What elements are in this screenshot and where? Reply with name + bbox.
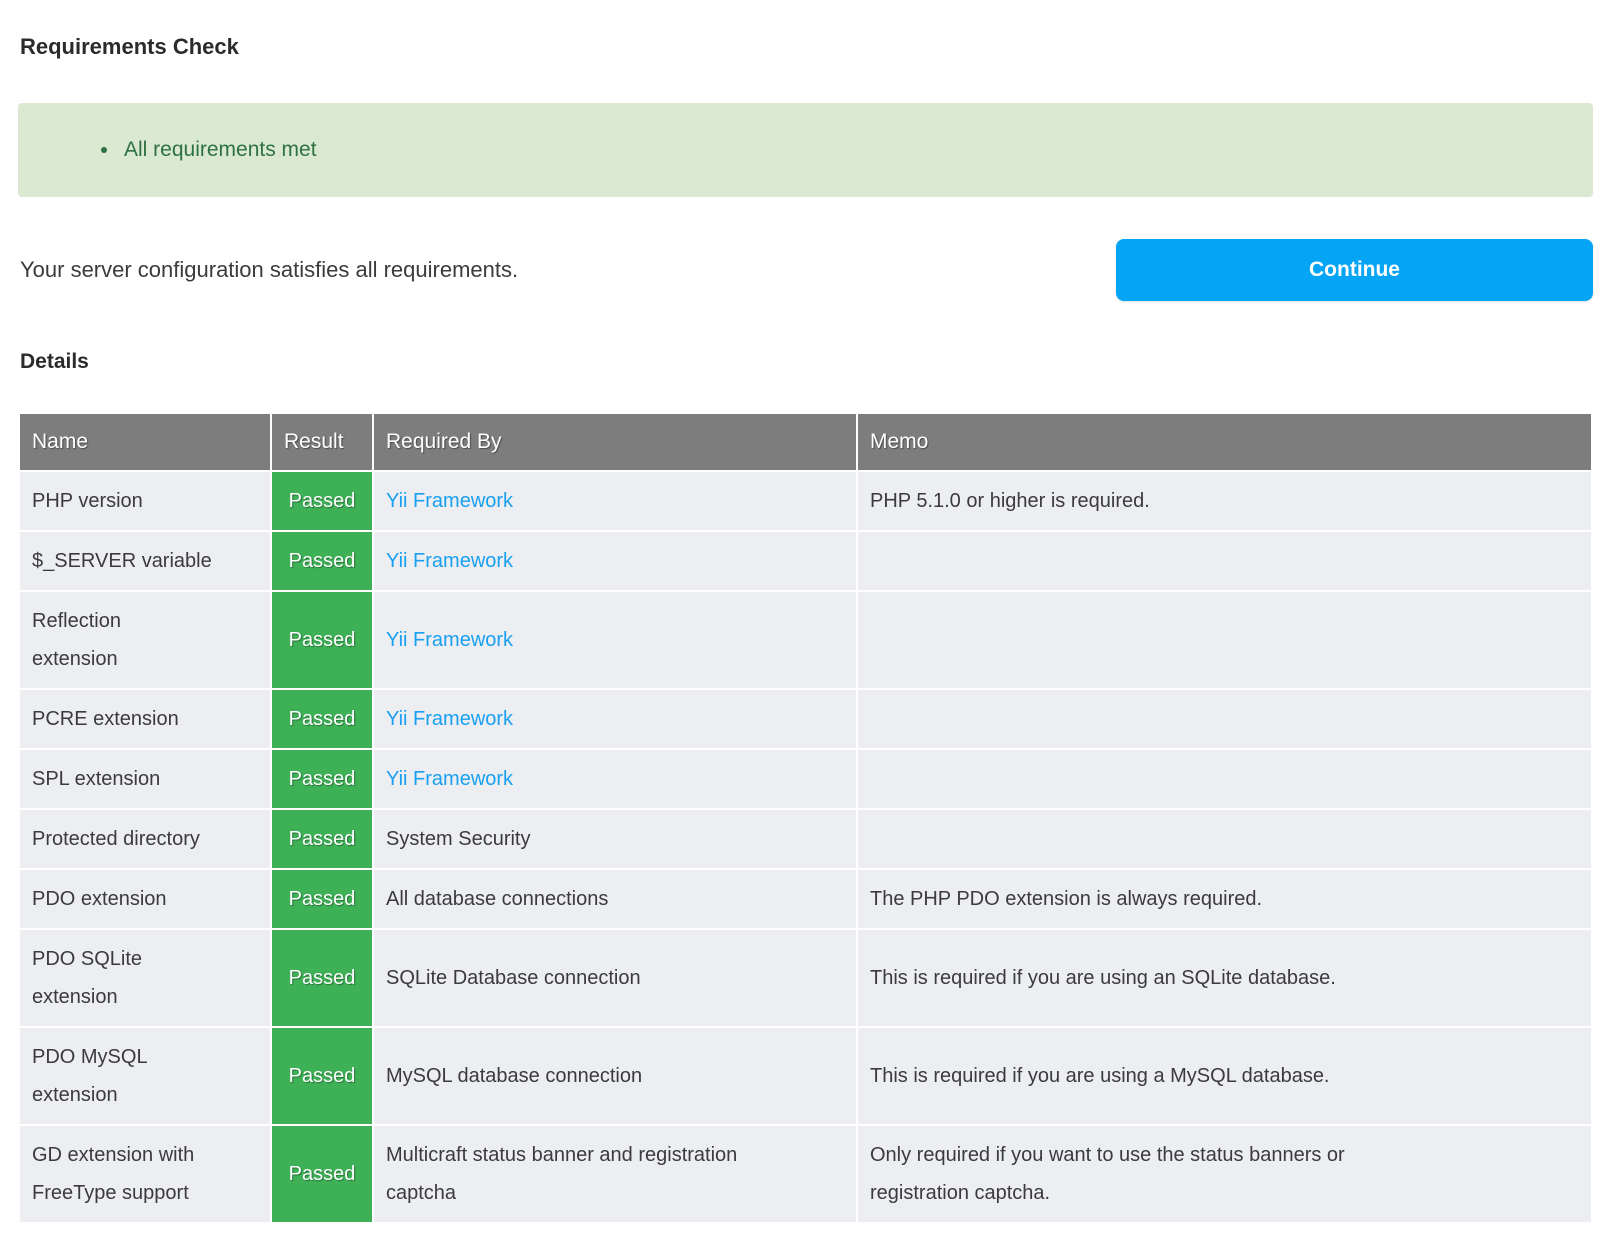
required-by-link[interactable]: Yii Framework xyxy=(386,550,513,572)
result-badge: Passed xyxy=(271,809,373,869)
page: Requirements Check All requirements met … xyxy=(0,0,1600,1224)
alert-list: All requirements met xyxy=(18,136,1573,164)
memo-cell: The PHP PDO extension is always required… xyxy=(857,869,1592,929)
result-badge: Passed xyxy=(271,929,373,1027)
section-heading-details: Details xyxy=(20,349,1593,374)
memo-cell xyxy=(857,531,1592,591)
memo-cell xyxy=(857,591,1592,689)
requirement-name-cell: PCRE extension xyxy=(19,689,271,749)
details-table-body: PHP versionPassedYii FrameworkPHP 5.1.0 … xyxy=(19,471,1592,1223)
details-table: Name Result Required By Memo PHP version… xyxy=(18,412,1593,1224)
memo-cell xyxy=(857,809,1592,869)
column-header-required-by: Required By xyxy=(373,413,857,471)
required-by-cell: MySQL database connection xyxy=(373,1027,857,1125)
memo-cell: Only required if you want to use the sta… xyxy=(857,1125,1592,1223)
result-badge: Passed xyxy=(271,749,373,809)
required-by-link[interactable]: Yii Framework xyxy=(386,629,513,651)
requirement-name-cell: PDO extension xyxy=(19,869,271,929)
table-row: PDO extensionPassedAll database connecti… xyxy=(19,869,1592,929)
table-row: SPL extensionPassed Yii Framework xyxy=(19,749,1592,809)
requirement-name-cell: PDO MySQL extension xyxy=(19,1027,271,1125)
page-title: Requirements Check xyxy=(20,34,1593,60)
required-by-link[interactable]: Yii Framework xyxy=(386,708,513,730)
column-header-memo: Memo xyxy=(857,413,1592,471)
memo-cell: This is required if you are using an SQL… xyxy=(857,929,1592,1027)
table-row: $_SERVER variablePassed Yii Framework xyxy=(19,531,1592,591)
requirement-name-cell: SPL extension xyxy=(19,749,271,809)
requirement-name-cell: $_SERVER variable xyxy=(19,531,271,591)
memo-cell xyxy=(857,689,1592,749)
result-badge: Passed xyxy=(271,591,373,689)
requirement-name-cell: Protected directory xyxy=(19,809,271,869)
required-by-cell: SQLite Database connection xyxy=(373,929,857,1027)
result-badge: Passed xyxy=(271,1027,373,1125)
required-by-cell: Yii Framework xyxy=(373,591,857,689)
required-by-cell: Yii Framework xyxy=(373,471,857,531)
requirement-name-cell: PHP version xyxy=(19,471,271,531)
requirement-name-cell: GD extension with FreeType support xyxy=(19,1125,271,1223)
required-by-cell: System Security xyxy=(373,809,857,869)
required-by-cell: Multicraft status banner and registratio… xyxy=(373,1125,857,1223)
required-by-cell: Yii Framework xyxy=(373,749,857,809)
table-row: Reflection extensionPassed Yii Framework xyxy=(19,591,1592,689)
header-row: Name Result Required By Memo xyxy=(19,413,1592,471)
requirement-name-cell: PDO SQLite extension xyxy=(19,929,271,1027)
memo-cell: This is required if you are using a MySQ… xyxy=(857,1027,1592,1125)
required-by-link[interactable]: Yii Framework xyxy=(386,490,513,512)
required-by-link[interactable]: Yii Framework xyxy=(386,768,513,790)
table-row: PDO MySQL extensionPassedMySQL database … xyxy=(19,1027,1592,1125)
table-row: PHP versionPassed Yii Framework PHP 5.1.0 … xyxy=(19,471,1592,531)
alert-item: All requirements met xyxy=(120,136,1573,164)
memo-cell xyxy=(857,749,1592,809)
table-row: Protected directoryPassedSystem Security xyxy=(19,809,1592,869)
result-badge: Passed xyxy=(271,1125,373,1223)
requirements-alert: All requirements met xyxy=(18,103,1593,197)
actions-row: Your server configuration satisfies all … xyxy=(18,239,1593,301)
requirement-name-cell: Reflection extension xyxy=(19,591,271,689)
required-by-cell: All database connections xyxy=(373,869,857,929)
column-header-name: Name xyxy=(19,413,271,471)
table-row: PDO SQLite extensionPassedSQLite Databas… xyxy=(19,929,1592,1027)
required-by-cell: Yii Framework xyxy=(373,531,857,591)
result-badge: Passed xyxy=(271,531,373,591)
result-badge: Passed xyxy=(271,689,373,749)
memo-cell: PHP 5.1.0 or higher is required. xyxy=(857,471,1592,531)
column-header-result: Result xyxy=(271,413,373,471)
result-badge: Passed xyxy=(271,869,373,929)
details-table-head: Name Result Required By Memo xyxy=(19,413,1592,471)
table-row: PCRE extensionPassed Yii Framework xyxy=(19,689,1592,749)
summary-text: Your server configuration satisfies all … xyxy=(20,257,518,283)
result-badge: Passed xyxy=(271,471,373,531)
required-by-cell: Yii Framework xyxy=(373,689,857,749)
continue-button[interactable]: Continue xyxy=(1116,239,1593,301)
table-row: GD extension with FreeType supportPassed… xyxy=(19,1125,1592,1223)
